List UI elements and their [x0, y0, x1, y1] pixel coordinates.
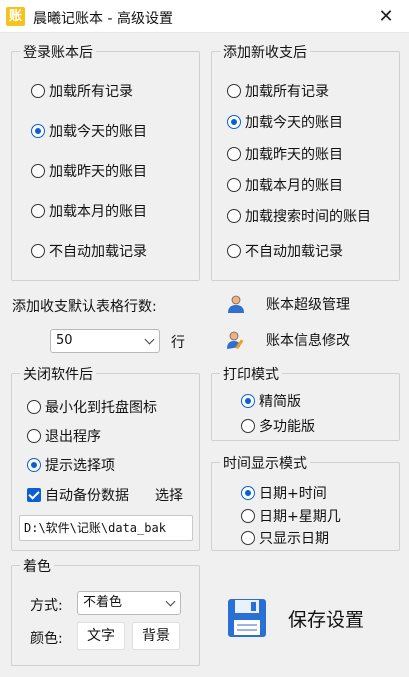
- info-edit-link[interactable]: 账本信息修改: [226, 330, 350, 350]
- auto-backup-checkbox[interactable]: 自动备份数据: [27, 485, 129, 505]
- super-manage-link[interactable]: 账本超级管理: [226, 294, 350, 314]
- close-button[interactable]: ✕: [363, 0, 409, 33]
- color-label: 颜色:: [30, 631, 63, 647]
- save-settings-button[interactable]: 保存设置: [226, 594, 396, 642]
- time-option-weekday[interactable]: 日期+星期几: [241, 506, 341, 526]
- time-group-title: 时间显示模式: [220, 453, 310, 473]
- radio-icon: [27, 429, 41, 443]
- radio-icon: [227, 244, 241, 258]
- title-bar: 账 晨曦记账本 - 高级设置 ✕: [0, 0, 409, 33]
- print-group-title: 打印模式: [220, 364, 282, 384]
- print-group: 打印模式 精简版 多功能版: [211, 364, 400, 441]
- login-option-month[interactable]: 加载本月的账目: [31, 201, 147, 221]
- time-option-datetime[interactable]: 日期+时间: [241, 483, 327, 503]
- radio-checked-icon: [241, 394, 255, 408]
- add-option-none[interactable]: 不自动加载记录: [227, 241, 343, 261]
- color-group: 着色 方式: 不着色 颜色: 文字 背景: [11, 556, 200, 666]
- radio-icon: [241, 419, 255, 433]
- login-option-today[interactable]: 加载今天的账目: [31, 121, 147, 141]
- color-mode-label: 方式:: [30, 598, 63, 614]
- user-admin-icon: [228, 295, 244, 313]
- backup-path-field[interactable]: D:\软件\记账\data_bak: [19, 515, 193, 541]
- login-option-none[interactable]: 不自动加载记录: [31, 241, 147, 261]
- close-option-prompt[interactable]: 提示选择项: [27, 455, 115, 475]
- background-color-button[interactable]: 背景: [132, 622, 180, 650]
- time-option-date[interactable]: 只显示日期: [241, 528, 329, 548]
- radio-checked-icon: [241, 486, 255, 500]
- radio-icon: [241, 531, 255, 545]
- rows-combobox[interactable]: 50: [50, 329, 160, 353]
- radio-icon: [227, 209, 241, 223]
- user-edit-icon: [227, 331, 244, 350]
- add-group: 添加新收支后 加载所有记录 加载今天的账目 加载昨天的账目 加载本月的账目 加载…: [211, 42, 400, 281]
- radio-icon: [227, 84, 241, 98]
- radio-icon: [241, 509, 255, 523]
- radio-icon: [227, 147, 241, 161]
- radio-checked-icon: [227, 115, 241, 129]
- radio-icon: [31, 164, 45, 178]
- rows-label: 添加收支默认表格行数:: [12, 299, 157, 315]
- close-option-exit[interactable]: 退出程序: [27, 426, 101, 446]
- radio-checked-icon: [27, 458, 41, 472]
- radio-checked-icon: [31, 124, 45, 138]
- add-group-title: 添加新收支后: [220, 42, 310, 62]
- checkbox-checked-icon: [27, 488, 41, 502]
- color-group-title: 着色: [20, 556, 54, 576]
- color-mode-combobox[interactable]: 不着色: [77, 591, 181, 615]
- login-option-yesterday[interactable]: 加载昨天的账目: [31, 161, 147, 181]
- radio-icon: [227, 178, 241, 192]
- radio-icon: [31, 84, 45, 98]
- print-option-full[interactable]: 多功能版: [241, 416, 315, 436]
- close-option-minimize[interactable]: 最小化到托盘图标: [27, 397, 157, 417]
- add-option-today[interactable]: 加载今天的账目: [227, 112, 343, 132]
- close-group: 关闭软件后 最小化到托盘图标 退出程序 提示选择项 自动备份数据 选择 D:\软…: [11, 364, 200, 551]
- chevron-down-icon: [144, 334, 155, 345]
- radio-icon: [27, 400, 41, 414]
- add-option-yesterday[interactable]: 加载昨天的账目: [227, 144, 343, 164]
- print-option-simple[interactable]: 精简版: [241, 391, 301, 411]
- close-group-title: 关闭软件后: [20, 364, 96, 384]
- choose-backup-link[interactable]: 选择: [155, 485, 183, 505]
- add-option-search[interactable]: 加载搜索时间的账目: [227, 206, 371, 226]
- login-group: 登录账本后 加载所有记录 加载今天的账目 加载昨天的账目 加载本月的账目 不自动…: [11, 42, 200, 281]
- chevron-down-icon: [165, 596, 176, 607]
- time-group: 时间显示模式 日期+时间 日期+星期几 只显示日期: [211, 453, 400, 551]
- radio-icon: [31, 244, 45, 258]
- floppy-disk-icon: [228, 599, 266, 637]
- login-option-all[interactable]: 加载所有记录: [31, 81, 133, 101]
- add-option-month[interactable]: 加载本月的账目: [227, 175, 343, 195]
- app-icon: 账: [6, 7, 25, 26]
- rows-unit: 行: [171, 335, 185, 351]
- login-group-title: 登录账本后: [20, 42, 96, 62]
- radio-icon: [31, 204, 45, 218]
- add-option-all[interactable]: 加载所有记录: [227, 81, 329, 101]
- window-title: 晨曦记账本 - 高级设置: [33, 11, 173, 27]
- text-color-button[interactable]: 文字: [77, 622, 125, 650]
